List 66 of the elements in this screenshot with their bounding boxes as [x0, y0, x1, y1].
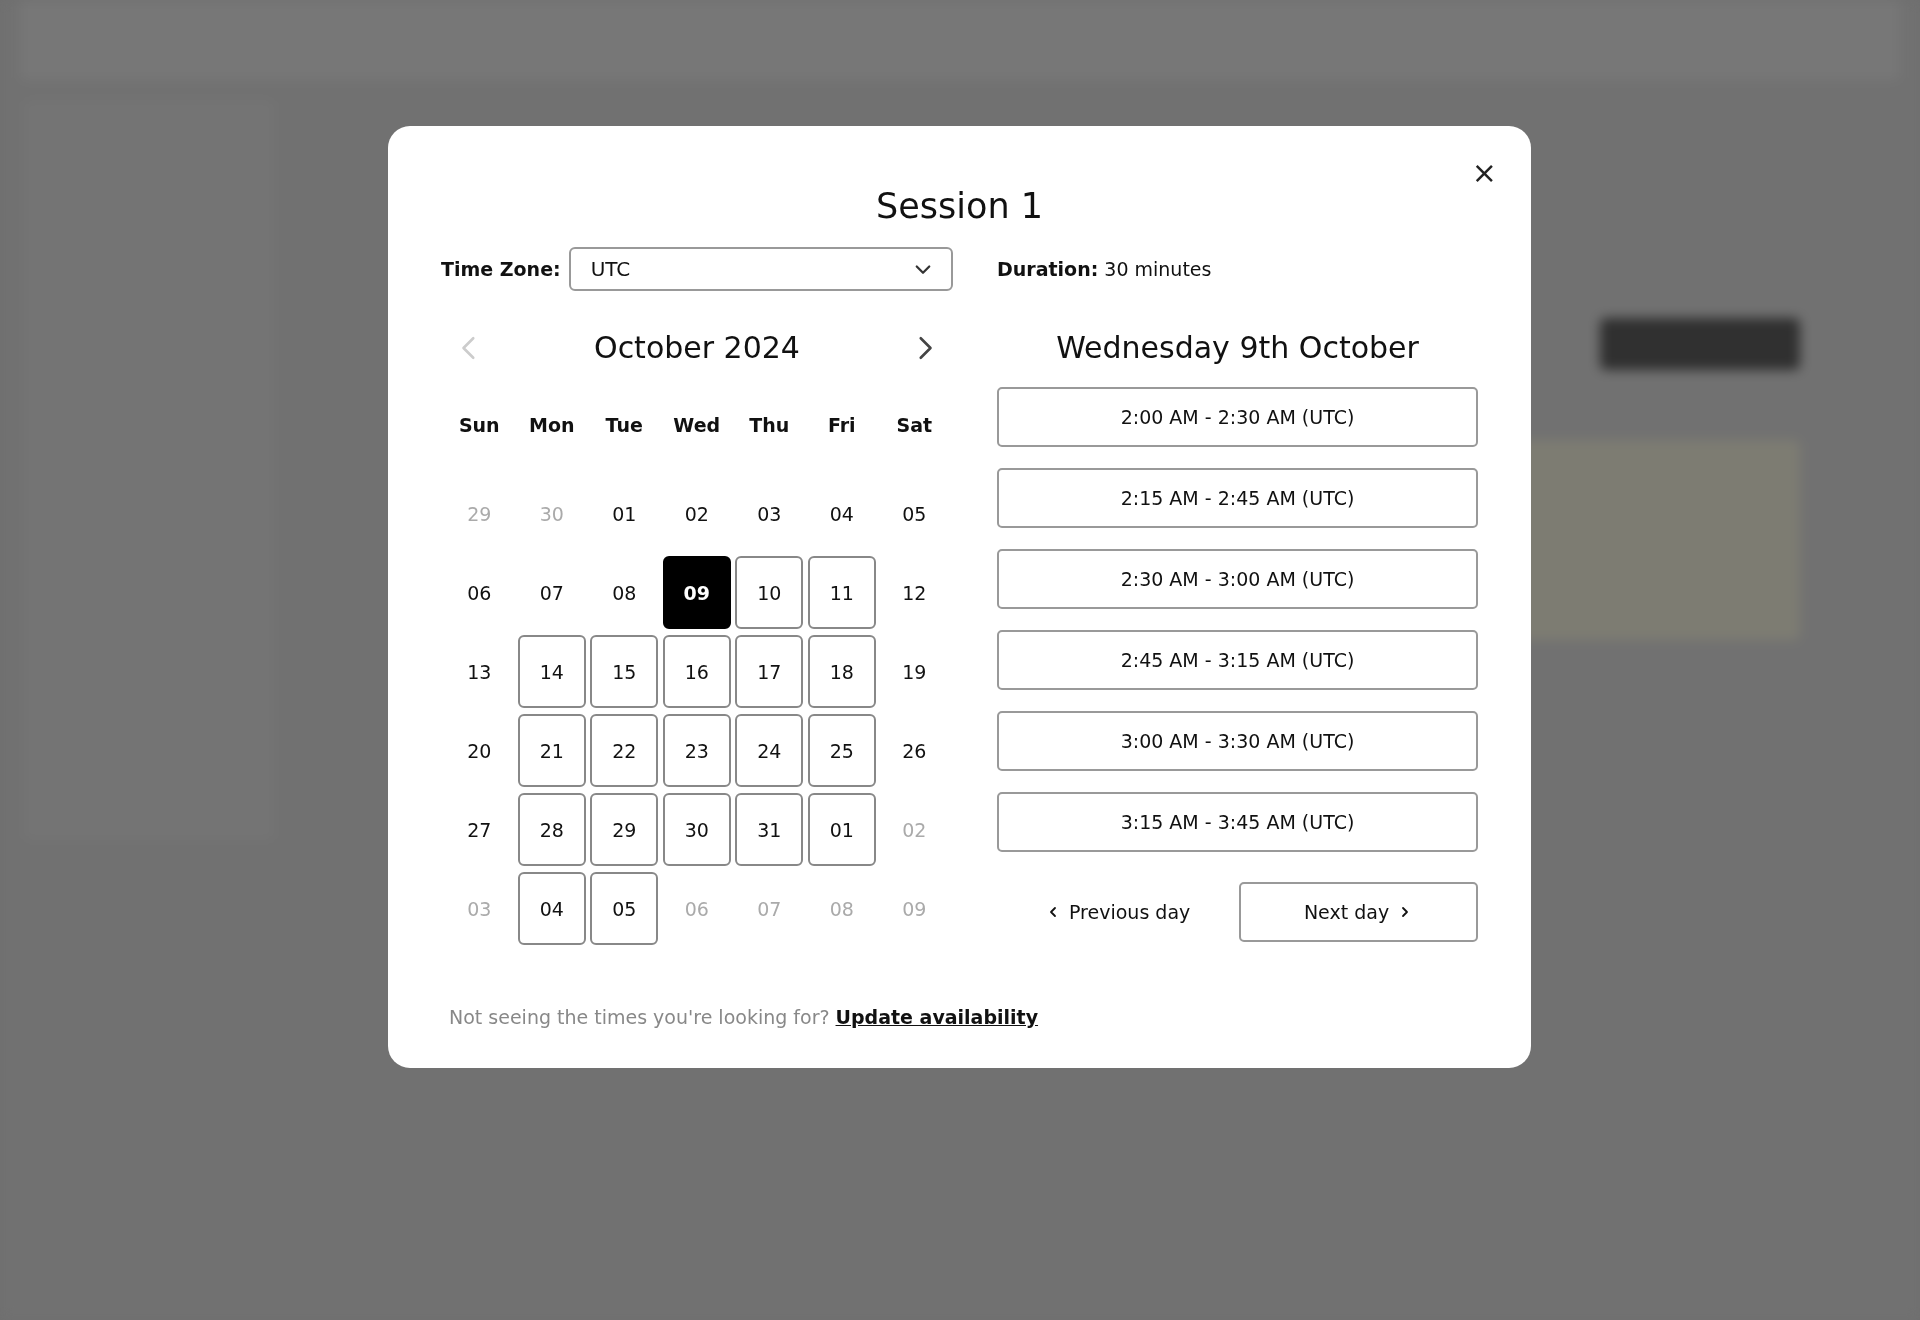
date-label: 19 — [901, 659, 928, 685]
date-label: 20 — [466, 738, 493, 764]
date-label: 29 — [466, 501, 493, 527]
update-availability-link[interactable]: Update availability — [835, 1006, 1039, 1028]
month-title: October 2024 — [594, 330, 800, 365]
date-button[interactable]: 18 — [807, 635, 876, 708]
date-label: 05 — [901, 501, 928, 527]
date-button[interactable]: 24 — [735, 714, 804, 787]
date-button[interactable]: 28 — [517, 793, 586, 866]
date-label: 26 — [901, 738, 928, 764]
date-button[interactable]: 05 — [590, 872, 659, 945]
date-label: 07 — [538, 580, 565, 606]
help-text: Not seeing the times you're looking for? — [449, 1006, 830, 1028]
date-label: 08 — [828, 896, 855, 922]
date-label: 09 — [901, 896, 928, 922]
date-button[interactable]: 10 — [735, 556, 804, 629]
weekday-label: Sun — [457, 413, 501, 438]
date-label: 03 — [756, 501, 783, 527]
date-button[interactable]: 01 — [807, 793, 876, 866]
field-label: Time Zone: — [441, 258, 561, 280]
time-zone-dropdown[interactable]: UTC — [568, 247, 953, 291]
date-label: 07 — [756, 896, 783, 922]
time-slot-button[interactable]: 2:45 AM - 3:15 AM (UTC) — [997, 630, 1478, 690]
close-button[interactable]: × — [1465, 156, 1503, 190]
time-slot-button[interactable]: 2:00 AM - 2:30 AM (UTC) — [997, 387, 1478, 447]
date-button[interactable]: 09 — [662, 556, 731, 629]
date-button[interactable]: 25 — [807, 714, 876, 787]
date-label: 08 — [611, 580, 638, 606]
weekday-label: Wed — [672, 413, 722, 438]
date-label: 30 — [538, 501, 565, 527]
duration-text: Duration: 30 minutes — [997, 257, 1213, 282]
time-slot-button[interactable]: 2:30 AM - 3:00 AM (UTC) — [997, 549, 1478, 609]
next-day-button[interactable]: Next day — [1239, 882, 1478, 942]
date-label: 04 — [828, 501, 855, 527]
weekday-label: Thu — [748, 413, 791, 438]
selected-day-heading: Wednesday 9th October — [1055, 330, 1420, 365]
date-button[interactable]: 11 — [807, 556, 876, 629]
date-label: 01 — [611, 501, 638, 527]
date-button[interactable]: 17 — [735, 635, 804, 708]
weekday-label: Fri — [826, 413, 857, 438]
date-label: 06 — [466, 580, 493, 606]
date-label: 13 — [466, 659, 493, 685]
date-button[interactable]: 21 — [517, 714, 586, 787]
date-label: 12 — [901, 580, 928, 606]
time-slot-button[interactable]: 3:15 AM - 3:45 AM (UTC) — [997, 792, 1478, 852]
date-label: 06 — [683, 896, 710, 922]
date-button[interactable]: 16 — [662, 635, 731, 708]
date-button[interactable]: 15 — [590, 635, 659, 708]
date-button[interactable]: 04 — [517, 872, 586, 945]
previous-day-button[interactable]: Previous day — [997, 901, 1191, 923]
weekday-label: Sat — [895, 413, 934, 438]
date-button[interactable]: 23 — [662, 714, 731, 787]
date-label: 03 — [466, 896, 493, 922]
date-label: 27 — [466, 817, 493, 843]
date-label: 02 — [683, 501, 710, 527]
date-button[interactable]: 29 — [590, 793, 659, 866]
date-label: 02 — [901, 817, 928, 843]
time-slot-button[interactable]: 3:00 AM - 3:30 AM (UTC) — [997, 711, 1478, 771]
date-button[interactable]: 31 — [735, 793, 804, 866]
date-button[interactable]: 22 — [590, 714, 659, 787]
date-button[interactable]: 14 — [517, 635, 586, 708]
time-slot-button[interactable]: 2:15 AM - 2:45 AM (UTC) — [997, 468, 1478, 528]
dialog-title: Session 1 — [875, 186, 1044, 226]
date-button[interactable]: 30 — [662, 793, 731, 866]
weekday-label: Tue — [604, 413, 644, 438]
weekday-label: Mon — [528, 413, 576, 438]
